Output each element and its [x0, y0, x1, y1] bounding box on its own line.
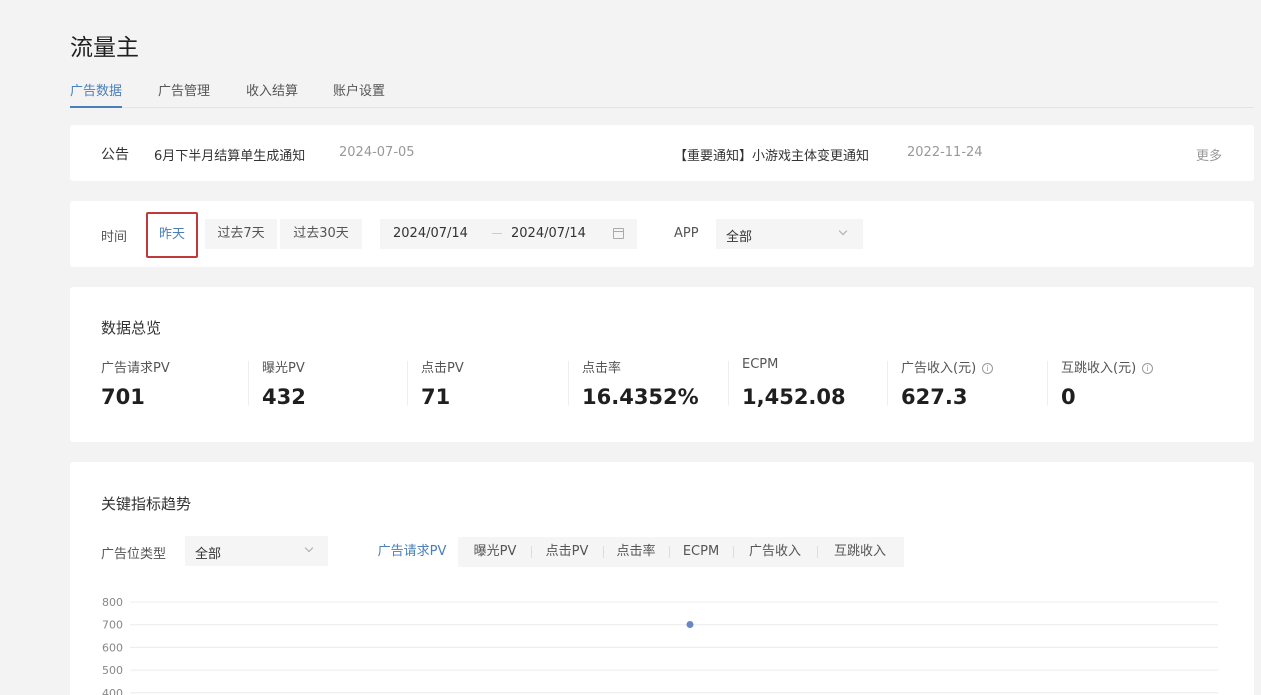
y-tick-label: 700: [102, 619, 123, 632]
range-last-7-days[interactable]: 过去7天: [205, 219, 277, 249]
metric-value: 701: [101, 385, 145, 409]
metric-divider: [248, 361, 249, 405]
metric-value: 71: [421, 385, 451, 409]
app-title: 流量主: [70, 35, 139, 61]
range-last-30-days[interactable]: 过去30天: [280, 219, 362, 249]
overview-title: 数据总览: [101, 319, 162, 337]
date-separator: [492, 233, 502, 234]
notice-link[interactable]: 6月下半月结算单生成通知: [154, 145, 305, 164]
metric-label: ECPM: [742, 357, 779, 372]
metric-divider: [887, 361, 888, 405]
notice-bar: 公告 6月下半月结算单生成通知 2024-07-05 【重要通知】小游戏主体变更…: [70, 125, 1254, 181]
metric-label: 点击PV: [421, 361, 464, 376]
chevron-down-icon: [838, 226, 848, 236]
y-tick-label: 400: [102, 687, 123, 695]
trend-card: 关键指标趋势 广告位类型 全部 广告请求PV 曝光PV 点击PV 点击率 ECP…: [70, 462, 1254, 695]
time-label: 时间: [101, 230, 128, 245]
notice-date: 2024-07-05: [339, 145, 415, 160]
metric-value: 16.4352%: [582, 385, 699, 409]
metric-label: 互跳收入(元) i: [1061, 357, 1154, 376]
metric-value: 1,452.08: [742, 385, 846, 409]
info-icon[interactable]: i: [1142, 363, 1154, 374]
app-select-value: 全部: [726, 230, 753, 245]
date-range-picker[interactable]: 2024/07/14 2024/07/14: [380, 219, 637, 249]
metric-label: 广告收入(元) i: [901, 357, 994, 376]
calendar-icon[interactable]: [613, 228, 624, 239]
metric-label: 曝光PV: [262, 361, 305, 376]
tab-ad-data[interactable]: 广告数据: [70, 80, 123, 108]
notice-label: 公告: [101, 147, 129, 163]
trend-chart: 400 500 600 700 800: [102, 596, 1218, 695]
more-link[interactable]: 更多: [1196, 145, 1222, 164]
app-label: APP: [674, 226, 699, 241]
range-yesterday[interactable]: 昨天: [146, 212, 198, 258]
notice-date: 2022-11-24: [907, 145, 983, 160]
metric-label-text: 互跳收入(元): [1061, 361, 1137, 376]
data-point[interactable]: [686, 620, 694, 628]
metric-divider: [728, 361, 729, 405]
y-tick-label: 500: [102, 664, 123, 677]
notice-link[interactable]: 【重要通知】小游戏主体变更通知: [674, 145, 869, 164]
metric-label: 点击率: [582, 361, 622, 376]
main-tabs: 广告数据 广告管理 收入结算 账户设置: [70, 80, 1254, 108]
metric-value: 627.3: [901, 385, 968, 409]
metric-divider: [568, 361, 569, 405]
y-tick-label: 800: [102, 596, 123, 609]
metric-value: 432: [262, 385, 306, 409]
data-overview-card: 数据总览 广告请求PV 701 曝光PV 432 点击PV 71 点击率 16.…: [70, 287, 1254, 442]
metric-divider: [407, 361, 408, 405]
metric-label: 广告请求PV: [101, 361, 170, 376]
start-date[interactable]: 2024/07/14: [393, 226, 468, 241]
tab-ad-management[interactable]: 广告管理: [158, 80, 210, 107]
tab-income-settlement[interactable]: 收入结算: [246, 80, 298, 107]
end-date[interactable]: 2024/07/14: [511, 226, 586, 241]
tab-account-settings[interactable]: 账户设置: [333, 80, 385, 107]
metric-label-text: 广告收入(元): [901, 361, 977, 376]
app-select[interactable]: 全部: [716, 219, 863, 249]
metric-value: 0: [1061, 385, 1076, 409]
info-icon[interactable]: i: [982, 363, 994, 374]
metric-divider: [1047, 361, 1048, 405]
y-tick-label: 600: [102, 641, 123, 654]
